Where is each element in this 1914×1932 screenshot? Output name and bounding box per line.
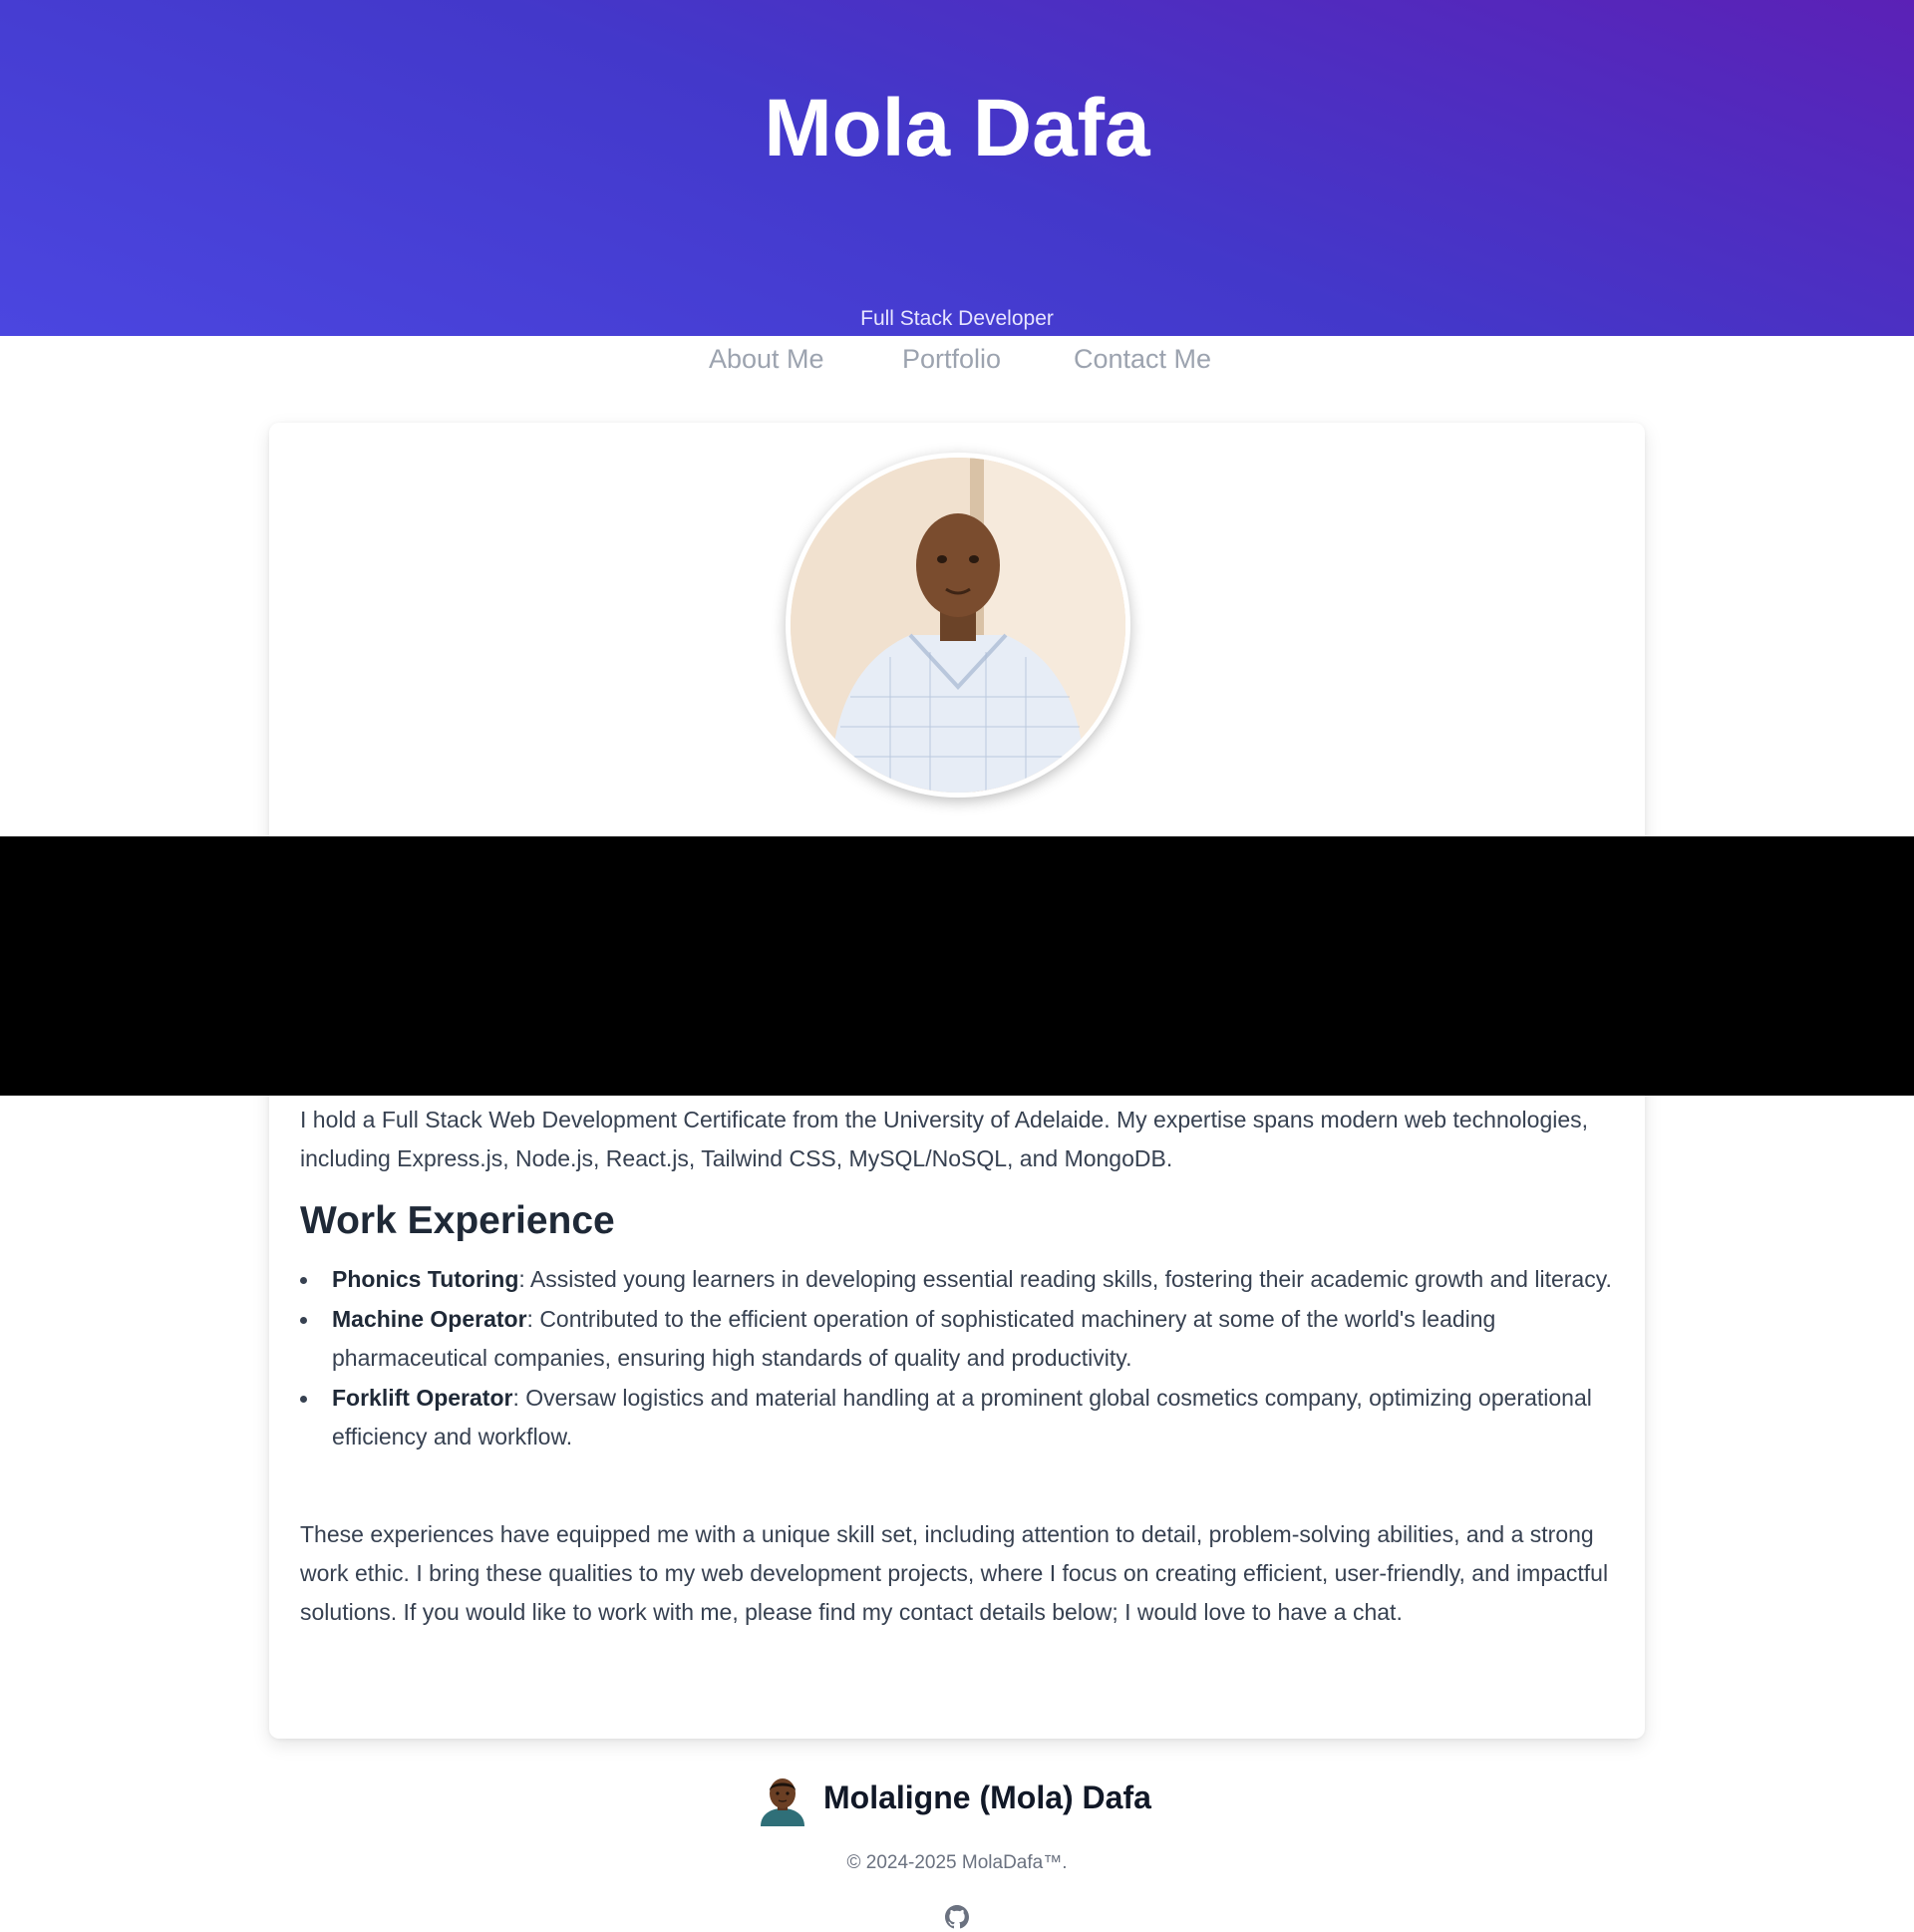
about-closing: These experiences have equipped me with … xyxy=(300,1521,1609,1625)
work-description: : Oversaw logistics and material handlin… xyxy=(332,1385,1592,1449)
work-role: Phonics Tutoring xyxy=(332,1266,519,1292)
nav-portfolio[interactable]: Portfolio xyxy=(902,342,1001,376)
footer-name: Molaligne (Mola) Dafa xyxy=(823,1779,1151,1815)
profile-photo xyxy=(786,453,1130,798)
list-item: Phonics Tutoring: Assisted young learner… xyxy=(300,1260,1616,1299)
list-item: Machine Operator: Contributed to the eff… xyxy=(300,1300,1616,1378)
nav-contact-me[interactable]: Contact Me xyxy=(1074,342,1211,376)
profile-photo-image xyxy=(791,458,1125,793)
redaction-bar xyxy=(0,836,1914,1096)
footer-brand: Molaligne (Mola) Dafa xyxy=(0,1774,1914,1826)
main-nav: About Me Portfolio Contact Me xyxy=(0,336,1914,386)
work-role: Machine Operator xyxy=(332,1306,527,1332)
page-title: Mola Dafa xyxy=(764,83,1150,173)
person-emoji-icon xyxy=(761,1778,804,1826)
page-subtitle: Full Stack Developer xyxy=(860,307,1054,330)
work-experience-heading: Work Experience xyxy=(300,1199,615,1242)
hero-banner: Mola Dafa Full Stack Developer xyxy=(0,0,1914,336)
nav-about-me[interactable]: About Me xyxy=(709,342,824,376)
github-icon[interactable] xyxy=(945,1905,969,1929)
about-intro: I hold a Full Stack Web Development Cert… xyxy=(300,1107,1589,1171)
work-description: : Assisted young learners in developing … xyxy=(518,1266,1612,1292)
work-role: Forklift Operator xyxy=(332,1385,513,1411)
list-item: Forklift Operator: Oversaw logistics and… xyxy=(300,1379,1616,1456)
copyright-text: © 2024-2025 MolaDafa™. xyxy=(846,1852,1068,1873)
work-experience-list: Phonics Tutoring: Assisted young learner… xyxy=(300,1260,1616,1457)
